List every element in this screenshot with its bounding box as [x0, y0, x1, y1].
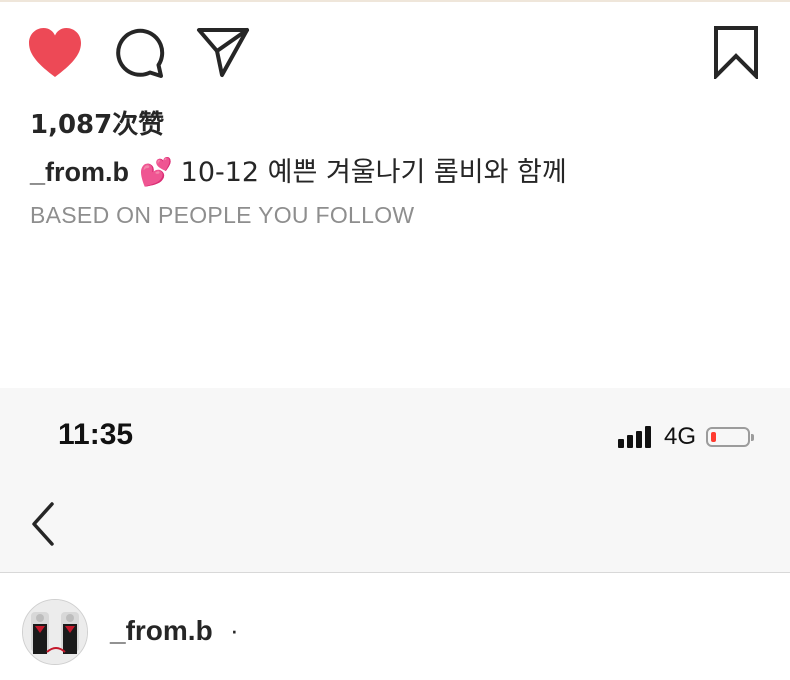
- post-caption: _from.b 💕 10-12 예쁜 겨울나기 롬비와 함께: [30, 150, 567, 189]
- cellular-signal-icon: [618, 426, 654, 448]
- heart-icon: [29, 28, 81, 77]
- profile-username[interactable]: _from.b: [110, 615, 213, 647]
- save-button[interactable]: [706, 22, 766, 82]
- post-action-bar: [0, 0, 790, 100]
- like-button[interactable]: [26, 26, 84, 80]
- bookmark-icon: [714, 26, 758, 79]
- chevron-left-icon: [32, 502, 54, 546]
- status-indicators: 4G: [618, 423, 755, 450]
- caption-username[interactable]: _from.b: [30, 157, 129, 187]
- avatar-image: [23, 600, 87, 664]
- comment-icon: [116, 28, 165, 78]
- suggestion-label: BASED ON PEOPLE YOU FOLLOW: [30, 202, 415, 228]
- network-type: 4G: [664, 423, 697, 450]
- likes-count[interactable]: 1,087次赞: [30, 104, 164, 141]
- two-hearts-emoji: 💕: [139, 157, 173, 188]
- comment-button[interactable]: [110, 24, 168, 82]
- battery-icon: [706, 427, 755, 447]
- status-time: 11:35: [58, 418, 134, 451]
- caption-text: 10-12 예쁜 겨울나기 롬비와 함께: [180, 157, 567, 188]
- profile-header: _from.b ·: [0, 573, 790, 680]
- battery-level: [711, 432, 717, 442]
- paper-plane-icon: [197, 28, 249, 77]
- avatar[interactable]: [22, 599, 88, 665]
- share-button[interactable]: [194, 24, 252, 80]
- separator-dot: ·: [230, 615, 239, 645]
- second-screen: 11:35 4G _from.b ·: [0, 388, 790, 680]
- back-button[interactable]: [26, 500, 60, 548]
